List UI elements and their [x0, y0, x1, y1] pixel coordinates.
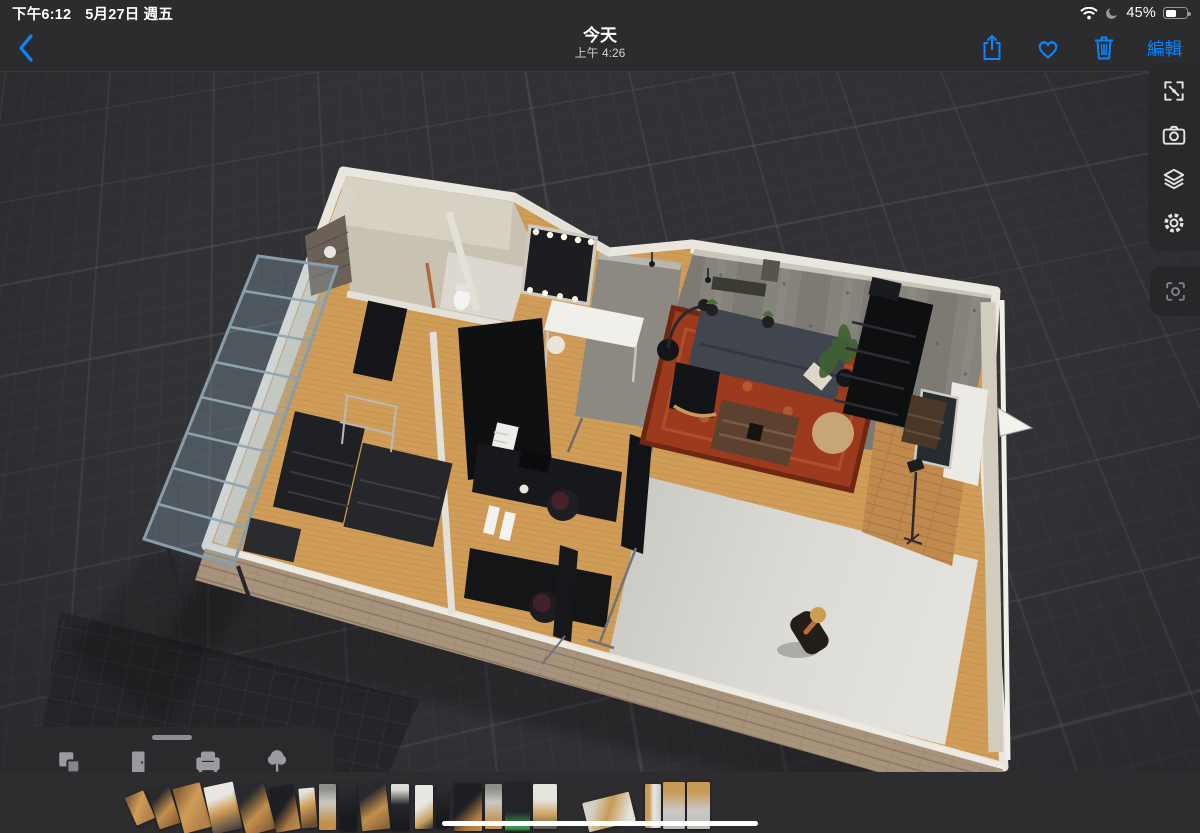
filmstrip-thumbnail[interactable] — [582, 791, 636, 833]
filmstrip-thumbnail[interactable] — [415, 785, 433, 829]
camera-button[interactable] — [1153, 115, 1195, 155]
gear-icon — [1164, 213, 1184, 233]
status-bar: 下午6:12 5月27日 週五 45% — [0, 0, 1200, 24]
status-time: 下午6:12 — [12, 6, 72, 23]
wifi-icon — [1080, 6, 1099, 19]
pan-3d-icon — [1164, 81, 1184, 101]
filmstrip-thumbnail[interactable] — [319, 784, 336, 830]
center-view-icon — [1165, 281, 1185, 301]
moon-icon — [1106, 8, 1118, 19]
back-button[interactable] — [18, 28, 52, 68]
settings-button[interactable] — [1153, 203, 1195, 243]
status-date: 5月27日 週五 — [85, 6, 174, 23]
delete-button[interactable] — [1091, 34, 1117, 62]
battery-percent: 45% — [1126, 5, 1156, 21]
filmstrip-thumbnail[interactable] — [339, 783, 357, 831]
sheet-drag-handle[interactable] — [152, 735, 192, 740]
pouf[interactable] — [812, 412, 854, 454]
nav-bar: 今天 上午 4:26 編輯 — [0, 24, 1200, 72]
open-window[interactable] — [997, 407, 1034, 437]
top-bar: 下午6:12 5月27日 週五 45% 今天 上午 4:26 編輯 — [0, 0, 1200, 72]
filmstrip-thumbnail[interactable] — [391, 784, 409, 830]
view-tools-panel — [1148, 63, 1200, 251]
home-indicator[interactable] — [442, 820, 758, 826]
planner-app-screen: 下午6:12 5月27日 週五 45% 今天 上午 4:26 編輯 — [0, 0, 1200, 833]
camera-icon — [1162, 125, 1186, 145]
side-toolbar — [1148, 63, 1200, 316]
stool[interactable] — [547, 336, 565, 354]
share-button[interactable] — [979, 34, 1005, 62]
center-view-panel — [1150, 266, 1200, 316]
edit-button[interactable]: 編輯 — [1147, 36, 1182, 61]
layers-button[interactable] — [1153, 159, 1195, 199]
center-view-button[interactable] — [1154, 271, 1196, 311]
favorite-button[interactable] — [1035, 34, 1061, 62]
layers-icon — [1163, 168, 1185, 190]
filmstrip-thumbnail[interactable] — [357, 782, 391, 832]
lounge-chair[interactable] — [669, 362, 720, 418]
filmstrip-thumbnail[interactable] — [298, 787, 318, 829]
floor-plan-3d-view[interactable] — [0, 0, 1200, 833]
battery-icon — [1163, 7, 1191, 19]
pan-3d-button[interactable] — [1153, 71, 1195, 111]
gaming-chair[interactable] — [547, 489, 579, 521]
